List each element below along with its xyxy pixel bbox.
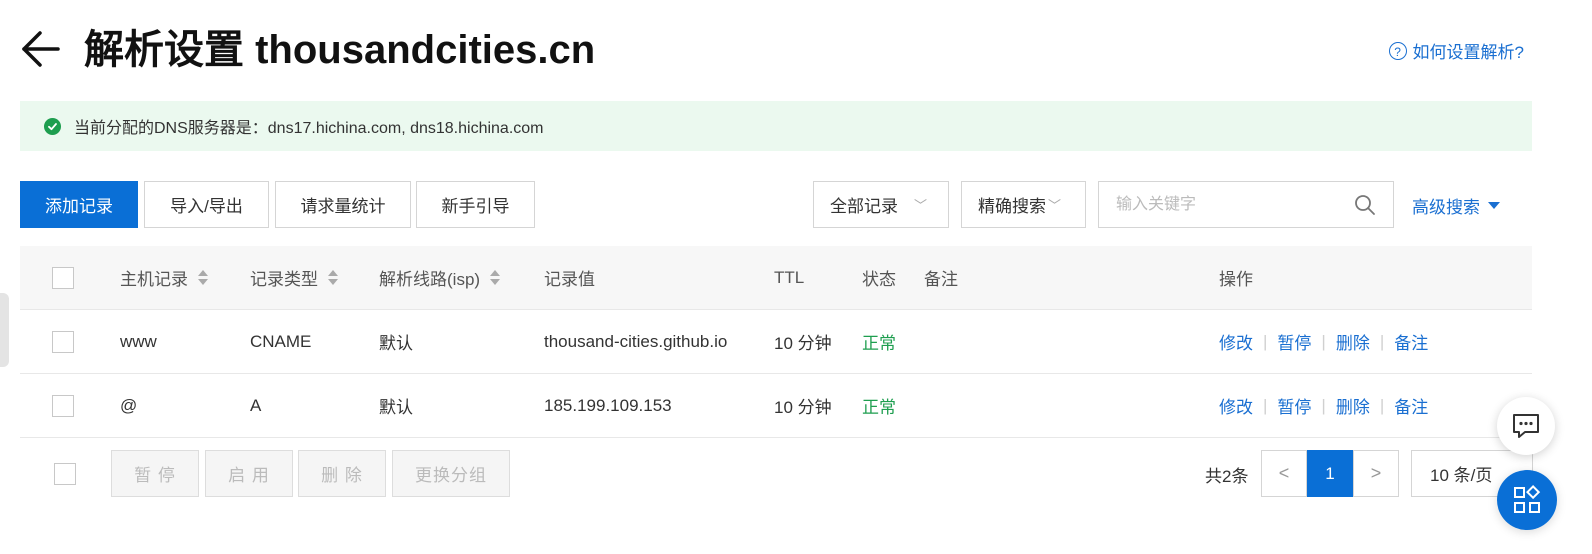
column-host-label: 主机记录 bbox=[120, 270, 188, 289]
help-link-label: 如何设置解析? bbox=[1412, 43, 1524, 62]
remark-link[interactable]: 备注 bbox=[1394, 393, 1428, 418]
chevron-down-icon: ﹀ bbox=[1048, 198, 1062, 213]
total-count: 共2条 bbox=[1205, 467, 1249, 486]
record-filter-value: 全部记录 bbox=[830, 197, 898, 216]
search-icon[interactable] bbox=[1354, 194, 1376, 216]
row-select-cell bbox=[52, 310, 74, 373]
advanced-search-label: 高级搜索 bbox=[1412, 198, 1480, 217]
row-actions: 修改 | 暂停 | 删除 | 备注 bbox=[1219, 374, 1428, 437]
add-record-button[interactable]: 添加记录 bbox=[20, 181, 138, 228]
cell-ttl: 10 分钟 bbox=[774, 334, 832, 353]
request-stats-button[interactable]: 请求量统计 bbox=[275, 181, 411, 228]
cell-ttl: 10 分钟 bbox=[774, 398, 832, 417]
select-all-cell bbox=[52, 246, 74, 309]
page-title: 解析设置 thousandcities.cn bbox=[84, 28, 596, 72]
column-line[interactable]: 解析线路(isp) bbox=[379, 246, 501, 309]
edit-link[interactable]: 修改 bbox=[1219, 393, 1253, 418]
search-input[interactable] bbox=[1099, 181, 1354, 228]
advanced-search-toggle[interactable]: 高级搜索 bbox=[1412, 193, 1500, 218]
batch-enable-button[interactable]: 启 用 bbox=[205, 450, 293, 497]
column-type[interactable]: 记录类型 bbox=[250, 246, 338, 309]
table-row: www CNAME 默认 thousand-cities.github.io 1… bbox=[20, 310, 1532, 374]
side-panel-handle[interactable] bbox=[0, 293, 9, 367]
cell-status: 正常 bbox=[862, 398, 896, 417]
chat-icon bbox=[1513, 414, 1539, 438]
table-row: @ A 默认 185.199.109.153 10 分钟 正常 修改 | 暂停 | … bbox=[20, 374, 1532, 438]
dns-server-banner: 当前分配的DNS服务器是：dns17.hichina.com, dns18.hi… bbox=[20, 101, 1532, 151]
apps-grid-icon bbox=[1514, 485, 1541, 513]
cell-line: 默认 bbox=[379, 398, 413, 417]
action-divider: | bbox=[1263, 331, 1268, 351]
cell-host: @ bbox=[120, 395, 138, 415]
question-circle-icon: ? bbox=[1388, 41, 1407, 60]
dns-server-text: 当前分配的DNS服务器是：dns17.hichina.com, dns18.hi… bbox=[74, 120, 544, 137]
row-checkbox[interactable] bbox=[52, 330, 74, 353]
column-actions: 操作 bbox=[1219, 270, 1253, 289]
remark-link[interactable]: 备注 bbox=[1394, 329, 1428, 354]
column-remark: 备注 bbox=[924, 270, 958, 289]
check-circle-icon bbox=[44, 117, 61, 135]
record-filter-select[interactable]: 全部记录 ﹀ bbox=[813, 181, 949, 228]
prev-page-button[interactable]: < bbox=[1261, 450, 1307, 497]
chevron-down-icon: ﹀ bbox=[914, 198, 928, 213]
cell-type: CNAME bbox=[250, 331, 312, 351]
column-ttl: TTL bbox=[774, 267, 805, 287]
row-actions: 修改 | 暂停 | 删除 | 备注 bbox=[1219, 310, 1428, 373]
page-1-button[interactable]: 1 bbox=[1307, 450, 1353, 497]
caret-down-icon bbox=[1488, 202, 1500, 209]
chat-float-button[interactable] bbox=[1497, 397, 1555, 455]
column-line-label: 解析线路(isp) bbox=[379, 270, 481, 289]
cell-status: 正常 bbox=[862, 334, 896, 353]
apps-float-button[interactable] bbox=[1497, 470, 1557, 530]
row-checkbox[interactable] bbox=[52, 394, 74, 417]
delete-link[interactable]: 删除 bbox=[1336, 329, 1370, 354]
action-divider: | bbox=[1379, 331, 1385, 351]
back-arrow-icon[interactable] bbox=[20, 28, 62, 70]
edit-link[interactable]: 修改 bbox=[1219, 329, 1253, 354]
column-type-label: 记录类型 bbox=[250, 270, 318, 289]
search-box bbox=[1098, 181, 1394, 228]
action-divider: | bbox=[1263, 395, 1268, 415]
column-value: 记录值 bbox=[544, 270, 595, 289]
action-divider: | bbox=[1321, 331, 1326, 351]
search-mode-select[interactable]: 精确搜索 ﹀ bbox=[961, 181, 1086, 228]
cell-value: 185.199.109.153 bbox=[544, 395, 672, 415]
sort-icon bbox=[490, 270, 501, 285]
row-select-cell bbox=[52, 374, 74, 437]
column-host[interactable]: 主机记录 bbox=[120, 246, 208, 309]
cell-value: thousand-cities.github.io bbox=[544, 331, 728, 351]
cell-line: 默认 bbox=[379, 334, 413, 353]
import-export-button[interactable]: 导入/导出 bbox=[144, 181, 269, 228]
batch-pause-button[interactable]: 暂 停 bbox=[111, 450, 199, 497]
sort-icon bbox=[198, 270, 208, 285]
next-page-button[interactable]: > bbox=[1353, 450, 1399, 497]
help-link[interactable]: ? 如何设置解析? bbox=[1388, 38, 1524, 63]
page-size-value: 10 条/页 bbox=[1430, 466, 1493, 485]
table-header: 主机记录 记录类型 解析线路(isp) 记录值 TTL 状态 备注 操作 bbox=[20, 246, 1532, 310]
select-all-checkbox[interactable] bbox=[52, 266, 74, 289]
batch-delete-button[interactable]: 删 除 bbox=[298, 450, 386, 497]
batch-select-checkbox[interactable] bbox=[54, 463, 76, 485]
sort-icon bbox=[328, 270, 338, 285]
action-divider: | bbox=[1321, 395, 1326, 415]
search-mode-value: 精确搜索 bbox=[978, 197, 1046, 216]
pause-link[interactable]: 暂停 bbox=[1277, 393, 1311, 418]
guide-button[interactable]: 新手引导 bbox=[416, 181, 535, 228]
delete-link[interactable]: 删除 bbox=[1336, 393, 1370, 418]
change-group-button[interactable]: 更换分组 bbox=[392, 450, 510, 497]
pause-link[interactable]: 暂停 bbox=[1277, 329, 1311, 354]
cell-type: A bbox=[250, 395, 262, 415]
cell-host: www bbox=[120, 331, 157, 351]
column-status: 状态 bbox=[862, 270, 896, 289]
action-divider: | bbox=[1379, 395, 1385, 415]
